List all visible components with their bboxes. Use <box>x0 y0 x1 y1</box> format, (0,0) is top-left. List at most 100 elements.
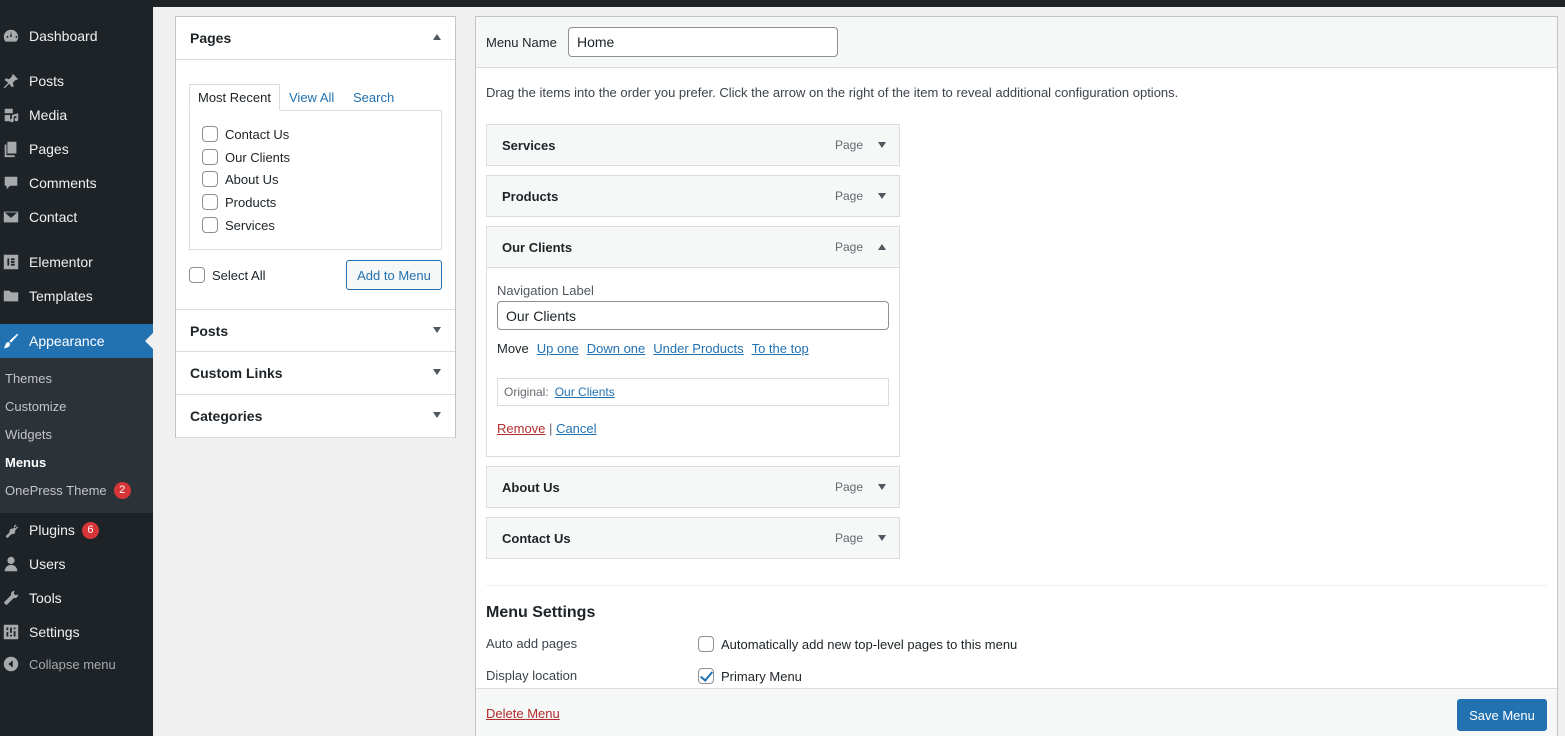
menu-item-products[interactable]: Products Page <box>486 175 900 217</box>
admin-sidebar: Dashboard Posts Media Pages Comments Con… <box>0 7 153 736</box>
sidebar-item-posts[interactable]: Posts <box>0 64 153 98</box>
move-down-one-link[interactable]: Down one <box>587 341 646 356</box>
dashboard-icon <box>0 27 29 45</box>
original-link-box: Original: Our Clients <box>497 378 889 406</box>
menu-editor-header: Menu Name Home <box>476 17 1557 68</box>
sidebar-item-pages[interactable]: Pages <box>0 132 153 166</box>
primary-menu-option[interactable]: Primary Menu <box>698 668 802 684</box>
page-option-label: Contact Us <box>225 126 290 142</box>
expand-arrow-icon <box>433 412 441 418</box>
item-actions: Remove | Cancel <box>497 421 597 436</box>
select-all-toggle[interactable]: Select All <box>189 267 265 283</box>
sidebar-item-label: Appearance <box>29 333 105 349</box>
sidebar-item-settings[interactable]: Settings <box>0 615 153 649</box>
submenu-item-customize[interactable]: Customize <box>5 396 66 416</box>
checkbox[interactable] <box>202 171 218 187</box>
categories-box-header[interactable]: Categories <box>176 395 455 438</box>
menu-item-title: Our Clients <box>502 240 573 255</box>
media-icon <box>0 106 29 124</box>
sidebar-item-plugins[interactable]: Plugins 6 <box>0 513 153 547</box>
move-under-products-link[interactable]: Under Products <box>653 341 743 356</box>
move-up-one-link[interactable]: Up one <box>537 341 579 356</box>
menu-item-about-us[interactable]: About Us Page <box>486 466 900 508</box>
submenu-item-themes[interactable]: Themes <box>5 368 52 388</box>
sidebar-item-templates[interactable]: Templates <box>0 279 153 313</box>
expand-arrow-icon[interactable] <box>878 142 886 148</box>
submenu-label: OnePress Theme <box>5 482 107 498</box>
menu-item-title: Services <box>502 138 556 153</box>
menu-item-services[interactable]: Services Page <box>486 124 900 166</box>
collapse-menu-button[interactable]: Collapse menu <box>0 647 153 681</box>
menu-item-settings: Navigation Label Our Clients Move Up one… <box>486 268 900 457</box>
page-option-our-clients[interactable]: Our Clients <box>202 149 290 165</box>
save-menu-button[interactable]: Save Menu <box>1457 699 1547 731</box>
expand-arrow-icon <box>433 369 441 375</box>
divider <box>486 585 1547 586</box>
submenu-label: Widgets <box>5 426 52 442</box>
menu-item-type: Page <box>834 240 863 254</box>
pages-box-header[interactable]: Pages <box>176 17 455 60</box>
menu-settings-title: Menu Settings <box>486 604 596 621</box>
page-option-contact-us[interactable]: Contact Us <box>202 126 289 142</box>
sidebar-item-label: Contact <box>29 209 78 225</box>
checkbox[interactable] <box>202 149 218 165</box>
tab-search[interactable]: Search <box>353 84 394 111</box>
menu-name-input[interactable]: Home <box>568 27 838 57</box>
sidebar-item-label: Elementor <box>29 254 93 270</box>
submenu-item-widgets[interactable]: Widgets <box>5 424 52 444</box>
sidebar-item-media[interactable]: Media <box>0 98 153 132</box>
move-label: Move <box>497 341 529 356</box>
sidebar-item-comments[interactable]: Comments <box>0 166 153 200</box>
pin-icon <box>0 72 29 90</box>
sidebar-item-appearance[interactable]: Appearance <box>0 324 153 358</box>
sidebar-item-label: Plugins <box>29 522 75 538</box>
drag-instructions: Drag the items into the order you prefer… <box>486 85 1179 100</box>
expand-arrow-icon[interactable] <box>878 484 886 490</box>
auto-add-pages-option-label: Automatically add new top-level pages to… <box>721 636 1018 652</box>
checkbox[interactable] <box>202 126 218 142</box>
delete-menu-link[interactable]: Delete Menu <box>486 706 560 721</box>
cancel-item-link[interactable]: Cancel <box>556 421 596 436</box>
sidebar-item-elementor[interactable]: Elementor <box>0 245 153 279</box>
posts-box-header[interactable]: Posts <box>176 309 455 352</box>
original-page-link[interactable]: Our Clients <box>555 385 615 399</box>
menu-item-our-clients[interactable]: Our Clients Page <box>486 226 900 268</box>
sidebar-item-label: Posts <box>29 73 65 89</box>
sidebar-item-tools[interactable]: Tools <box>0 581 153 615</box>
auto-add-pages-checkbox[interactable] <box>698 636 714 652</box>
expand-arrow-icon[interactable] <box>878 193 886 199</box>
menu-item-contact-us[interactable]: Contact Us Page <box>486 517 900 559</box>
pages-icon <box>0 140 29 158</box>
navigation-label-input[interactable]: Our Clients <box>497 301 889 330</box>
tab-most-recent[interactable]: Most Recent <box>189 84 280 111</box>
update-count-badge: 6 <box>81 521 99 539</box>
sidebar-item-users[interactable]: Users <box>0 547 153 581</box>
primary-menu-checkbox[interactable] <box>698 668 714 684</box>
page-option-label: About Us <box>225 171 279 187</box>
add-to-menu-button[interactable]: Add to Menu <box>346 260 442 290</box>
checkbox[interactable] <box>202 217 218 233</box>
remove-item-link[interactable]: Remove <box>497 421 545 436</box>
submenu-item-onepress-theme[interactable]: OnePress Theme 2 <box>5 480 131 500</box>
page-option-services[interactable]: Services <box>202 217 275 233</box>
checkbox[interactable] <box>202 194 218 210</box>
menu-item-type: Page <box>834 480 863 494</box>
checkbox[interactable] <box>189 267 205 283</box>
page-option-label: Services <box>225 217 275 233</box>
sidebar-item-label: Dashboard <box>29 28 98 44</box>
expand-arrow-icon[interactable] <box>878 535 886 541</box>
custom-links-box-header[interactable]: Custom Links <box>176 352 455 395</box>
page-option-about-us[interactable]: About Us <box>202 171 278 187</box>
categories-box-title: Categories <box>190 408 263 424</box>
collapse-arrow-icon[interactable] <box>878 244 886 250</box>
sidebar-item-contact[interactable]: Contact <box>0 200 153 234</box>
page-option-products[interactable]: Products <box>202 194 276 210</box>
auto-add-pages-option[interactable]: Automatically add new top-level pages to… <box>698 636 1017 652</box>
sidebar-item-dashboard[interactable]: Dashboard <box>0 19 153 53</box>
display-location-label: Display location <box>486 668 578 683</box>
move-to-top-link[interactable]: To the top <box>752 341 809 356</box>
submenu-item-menus[interactable]: Menus <box>5 452 46 472</box>
tab-view-all[interactable]: View All <box>289 84 334 111</box>
menu-item-type: Page <box>834 189 863 203</box>
move-controls: Move Up one Down one Under Products To t… <box>497 341 809 356</box>
